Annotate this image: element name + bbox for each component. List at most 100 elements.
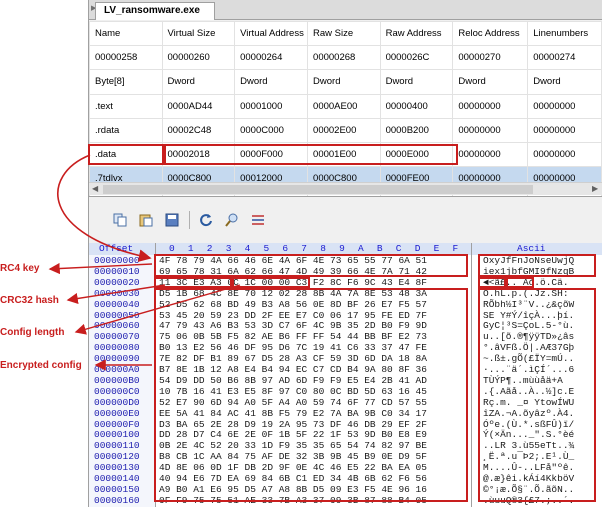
- table-cell[interactable]: 00000258: [89, 45, 163, 71]
- column-header[interactable]: Name: [89, 20, 163, 47]
- list-icon[interactable]: [251, 213, 265, 227]
- table-cell[interactable]: 00000260: [161, 45, 236, 71]
- column-header[interactable]: Raw Address: [379, 20, 454, 47]
- hex-column-label: 1: [187, 243, 194, 254]
- annotation-encrypted-config: Encrypted config: [0, 360, 82, 371]
- hex-offset: 00000010: [94, 265, 140, 277]
- hex-toolbar: [89, 197, 602, 243]
- hex-offset: 00000130: [94, 462, 140, 474]
- hex-offset: 00000050: [94, 309, 140, 321]
- hex-offset: 00000000: [94, 255, 140, 266]
- table-cell[interactable]: 00000400: [379, 93, 454, 119]
- table-cell[interactable]: 0000C000: [234, 117, 309, 143]
- table-cell[interactable]: 00000000: [452, 141, 529, 168]
- table-cell[interactable]: Dword: [234, 69, 309, 95]
- search-icon[interactable]: [225, 213, 239, 227]
- copy-icon[interactable]: [113, 213, 127, 227]
- tab-bar: ▶ LV_ransomware.exe: [89, 0, 602, 20]
- hex-column-label: C: [395, 243, 402, 254]
- column-header[interactable]: Raw Size: [307, 20, 381, 47]
- highlight-rc4-key-bytes: [154, 254, 468, 277]
- table-cell[interactable]: 00000000: [452, 93, 529, 119]
- scroll-right-icon[interactable]: ▶: [592, 184, 598, 193]
- tab-lv-ransomware[interactable]: LV_ransomware.exe: [95, 2, 215, 20]
- hex-column-label: 5: [263, 243, 270, 254]
- hex-column-label: 9: [339, 243, 345, 254]
- hex-column-label: 7: [301, 243, 307, 254]
- paste-icon[interactable]: [139, 213, 153, 227]
- highlight-rc4-key-ascii: [478, 254, 596, 277]
- hex-offset: 00000100: [94, 429, 140, 441]
- ascii-header: Ascii: [517, 243, 546, 254]
- table-cell[interactable]: 00000000: [527, 117, 602, 143]
- table-cell[interactable]: Byte[8]: [89, 69, 163, 95]
- table-cell[interactable]: 00002C48: [161, 117, 236, 143]
- hex-offset: 000000F0: [94, 418, 140, 430]
- table-cell[interactable]: 00000270: [452, 45, 529, 71]
- hex-offset: 00000110: [94, 440, 140, 452]
- hex-column-label: E: [433, 243, 440, 254]
- hex-column-label: 6: [282, 243, 289, 254]
- hex-column-label: 3: [225, 243, 232, 254]
- hex-column-label: B: [376, 243, 383, 254]
- column-header[interactable]: Linenumbers: [527, 20, 602, 47]
- hex-offset: 000000A0: [94, 364, 140, 375]
- hex-offset: 00000120: [94, 451, 140, 463]
- hex-offset: 00000150: [94, 483, 140, 495]
- hex-column-label: 2: [206, 243, 213, 254]
- scrollbar-thumb[interactable]: [103, 185, 533, 194]
- table-cell[interactable]: 0000B200: [379, 117, 454, 143]
- table-row[interactable]: .rdata 00002C48 0000C000 00002E00 0000B200 00…: [89, 117, 602, 143]
- table-header-row: Name Virtual Size Virtual Address Raw Si…: [89, 20, 602, 47]
- table-cell[interactable]: 00000268: [307, 45, 381, 71]
- table-cell[interactable]: Dword: [379, 69, 454, 95]
- column-header[interactable]: Virtual Size: [161, 20, 236, 47]
- save-icon[interactable]: [165, 213, 179, 227]
- table-row[interactable]: 00000258 00000260 00000264 00000268 0000026C…: [89, 45, 602, 71]
- table-cell[interactable]: .rdata: [89, 117, 163, 143]
- hex-offset: 00000090: [94, 353, 140, 365]
- hex-column-label: A: [358, 243, 364, 254]
- table-cell[interactable]: Dword: [527, 69, 602, 95]
- offset-header: Offset: [99, 243, 134, 254]
- table-cell[interactable]: 00000000: [527, 93, 602, 119]
- hex-column-label: 8: [320, 243, 326, 254]
- hex-offset: 00000080: [94, 342, 140, 354]
- hex-offset: 00000160: [94, 494, 140, 506]
- horizontal-scrollbar[interactable]: ◀ ▶: [89, 182, 602, 195]
- column-header[interactable]: Reloc Address: [452, 20, 529, 47]
- scroll-left-icon[interactable]: ◀: [92, 184, 98, 193]
- table-cell[interactable]: Dword: [161, 69, 236, 95]
- hex-column-label: 4: [244, 243, 251, 254]
- table-cell[interactable]: 00001000: [234, 93, 309, 119]
- column-header[interactable]: Virtual Address: [234, 20, 309, 47]
- refresh-icon[interactable]: [199, 213, 213, 227]
- table-cell[interactable]: 00000274: [527, 45, 602, 71]
- table-row[interactable]: Byte[8] Dword Dword Dword Dword Dword Dword: [89, 69, 602, 95]
- hex-offset: 000000E0: [94, 407, 140, 419]
- hex-column-label: D: [414, 243, 421, 254]
- section-table-window: ▶ LV_ransomware.exe Name Virtual Size Vi…: [88, 0, 602, 216]
- hex-offset: 000000C0: [94, 385, 140, 397]
- hex-column-label: 0: [169, 243, 175, 254]
- table-cell[interactable]: 0000AD44: [161, 93, 236, 119]
- hex-offset: 00000020: [94, 276, 140, 288]
- table-cell[interactable]: 00000000: [452, 117, 529, 143]
- table-cell[interactable]: 00000000: [527, 141, 602, 168]
- table-cell[interactable]: 0000AE00: [307, 93, 381, 119]
- highlight-config-length-bytes: [232, 277, 310, 288]
- table-cell[interactable]: Dword: [452, 69, 529, 95]
- table-cell[interactable]: .text: [89, 93, 163, 119]
- table-cell[interactable]: 0000026C: [379, 45, 454, 71]
- table-row[interactable]: .text 0000AD44 00001000 0000AE00 00000400 000…: [89, 93, 602, 119]
- table-cell[interactable]: 00000264: [234, 45, 309, 71]
- hex-offset: 000000D0: [94, 396, 140, 408]
- hex-offset: 00000060: [94, 320, 140, 332]
- highlight-crc32-bytes: [154, 277, 232, 288]
- annotation-config-length: Config length: [0, 327, 65, 338]
- table-cell[interactable]: 00002E00: [307, 117, 381, 143]
- highlight-encrypted-config-ascii: [478, 288, 596, 502]
- highlight-7tdlvx-values: [164, 144, 458, 165]
- highlight-encrypted-config-bytes: [154, 288, 468, 502]
- table-cell[interactable]: Dword: [307, 69, 381, 95]
